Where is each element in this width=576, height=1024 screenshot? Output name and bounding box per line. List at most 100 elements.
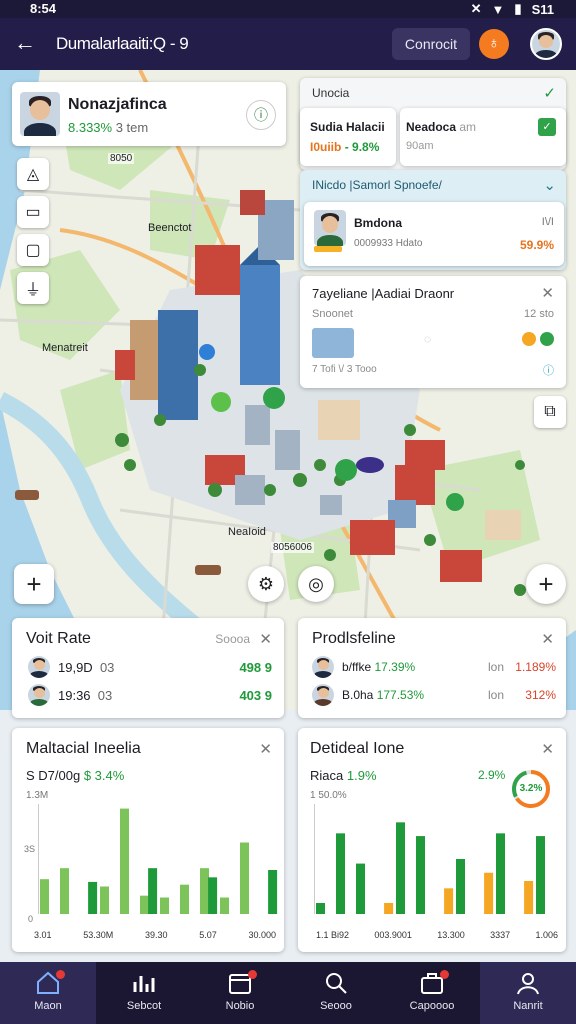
bar	[268, 870, 278, 914]
bar	[148, 868, 158, 914]
nav-search[interactable]: Seooo	[288, 962, 384, 1024]
bar-chart-left	[38, 804, 278, 914]
summary-card-1[interactable]: Sudia Halacii I0uiib - 9.8%	[300, 108, 396, 166]
bar	[180, 884, 189, 914]
profit-title: Prodlsfeline	[312, 630, 396, 647]
close-icon[interactable]: ✕	[259, 740, 272, 758]
bar	[88, 881, 98, 914]
add-button[interactable]: +	[526, 564, 566, 604]
zoom-in-button[interactable]: +	[14, 564, 54, 604]
locate-icon[interactable]: ◎	[298, 566, 334, 602]
close-icon[interactable]: ✕	[541, 630, 554, 648]
info-icon[interactable]: ⓘ	[246, 100, 276, 130]
status-time: 8:54	[30, 1, 57, 16]
settings-icon[interactable]: ⚙	[248, 566, 284, 602]
filter-icon[interactable]: ⏚	[17, 272, 49, 304]
row-avatar	[312, 656, 334, 678]
bar	[524, 881, 534, 914]
chart-card-left[interactable]: Maltacial Ineelia ✕ S D7/00g $ 3.4% 1.3M…	[12, 728, 284, 952]
orange-dot-icon	[522, 332, 536, 346]
summary-card-2[interactable]: Neadoca am 90am ✓	[400, 108, 566, 166]
page-title: Dumalarlaaiti:Q - 9	[56, 34, 189, 53]
status-bar: 8:54 ✕ ▼ ▮ S11	[0, 0, 576, 18]
row-avatar	[312, 684, 334, 706]
bar	[396, 822, 405, 914]
detail-card[interactable]: 7ayeliane |Aadiai Draonr ✕ Snoonet 12 st…	[300, 276, 566, 388]
chart-title: Maltacial Ineelia	[26, 740, 141, 757]
detail-thumbnail	[312, 328, 354, 358]
nav-work[interactable]: Capoooo	[384, 962, 480, 1024]
profile-avatar	[20, 92, 60, 136]
notification-icon[interactable]: ♁	[479, 29, 509, 59]
nav-calendar[interactable]: Nobio	[192, 962, 288, 1024]
bar	[456, 859, 465, 914]
bar	[356, 863, 365, 914]
map-label: 8050	[108, 153, 135, 164]
nav-stats[interactable]: Sebcot	[96, 962, 192, 1024]
person-name: Bmdona	[354, 216, 402, 230]
map-label: NeaIoid	[228, 526, 266, 538]
pin-icon: ◌	[424, 332, 432, 346]
connect-button[interactable]: Conrocit	[392, 28, 470, 60]
bar	[100, 886, 109, 914]
row-avatar	[28, 656, 50, 678]
bar	[220, 897, 229, 914]
nav-home[interactable]: Maon	[0, 962, 96, 1024]
chart-card-right[interactable]: Detideal Ione ✕ Riaca 1.9% 1 50.0% 2.9% …	[298, 728, 566, 952]
layers-icon[interactable]: ◬	[17, 158, 49, 190]
battery-text: S11	[531, 1, 554, 17]
map-label: Menatreit	[42, 342, 88, 354]
bar	[416, 836, 425, 914]
bar	[140, 895, 149, 914]
section-header: INicdo |Samorl Spnoefe/	[312, 178, 442, 192]
city-map[interactable]: 8050 Beenctot Menatreit NeaIoid 8056006 …	[0, 70, 576, 710]
map-label: 8056006	[271, 542, 314, 553]
profile-card[interactable]: Nonazjafinca 8.333% 3 tem ⓘ	[12, 82, 286, 146]
bar	[484, 872, 494, 914]
bar	[536, 836, 545, 914]
signal-icon: ▮	[514, 1, 522, 16]
copy-icon[interactable]: ⧉	[534, 396, 566, 428]
close-icon[interactable]: ✕	[259, 630, 272, 648]
folder-icon[interactable]: ▭	[17, 196, 49, 228]
user-avatar[interactable]	[530, 28, 562, 60]
bar	[120, 808, 129, 914]
person-row[interactable]: Bmdona 0009933 Hdato I\/I 59.9%	[304, 202, 564, 266]
green-dot-icon	[540, 332, 554, 346]
check-icon[interactable]: ✓	[543, 84, 556, 102]
bottom-nav: Maon Sebcot Nobio Seooo Capoooo Nanrit	[0, 962, 576, 1024]
bookmark-icon[interactable]: ▢	[17, 234, 49, 266]
bar	[496, 833, 505, 914]
chevron-down-icon[interactable]: ⌄	[543, 176, 556, 194]
bar	[444, 888, 454, 914]
chart-icon	[131, 970, 157, 996]
status-check-icon: ✓	[538, 118, 556, 136]
bar	[240, 842, 249, 914]
app-bar: ← Dumalarlaaiti:Q - 9 Conrocit ♁	[0, 18, 576, 70]
bar	[336, 833, 345, 914]
close-icon[interactable]: ✕	[541, 284, 554, 302]
search-icon	[323, 970, 349, 996]
map-label: Beenctot	[148, 222, 192, 234]
detail-title: 7ayeliane |Aadiai Draonr	[312, 286, 455, 301]
bar	[316, 903, 325, 914]
profit-card[interactable]: Prodlsfeline ✕ b/ffke 17.39% lon 1.189% …	[298, 618, 566, 718]
bar	[60, 868, 69, 914]
bar	[160, 897, 169, 914]
profile-percent: 8.333%	[68, 120, 113, 135]
profile-icon	[515, 970, 541, 996]
bar	[200, 868, 209, 914]
rate-title: Voit Rate	[26, 630, 91, 647]
nav-profile[interactable]: Nanrit	[480, 962, 576, 1024]
wifi-icon: ▼	[491, 1, 505, 17]
bar	[40, 879, 49, 914]
close-icon[interactable]: ✕	[541, 740, 554, 758]
info-small-icon[interactable]: ⓘ	[543, 362, 554, 378]
right-panel-top: Unocia ✓ Sudia Halacii I0uiib - 9.8% Nea…	[300, 78, 566, 170]
rate-card[interactable]: Voit Rate Soooa ✕ 19,9D 03 498 9 19:36 0…	[12, 618, 284, 718]
person-avatar	[314, 210, 346, 246]
bar	[208, 877, 218, 914]
back-arrow-icon[interactable]: ←	[12, 30, 38, 56]
bar-chart-right	[314, 804, 545, 914]
mute-icon: ✕	[470, 1, 482, 16]
